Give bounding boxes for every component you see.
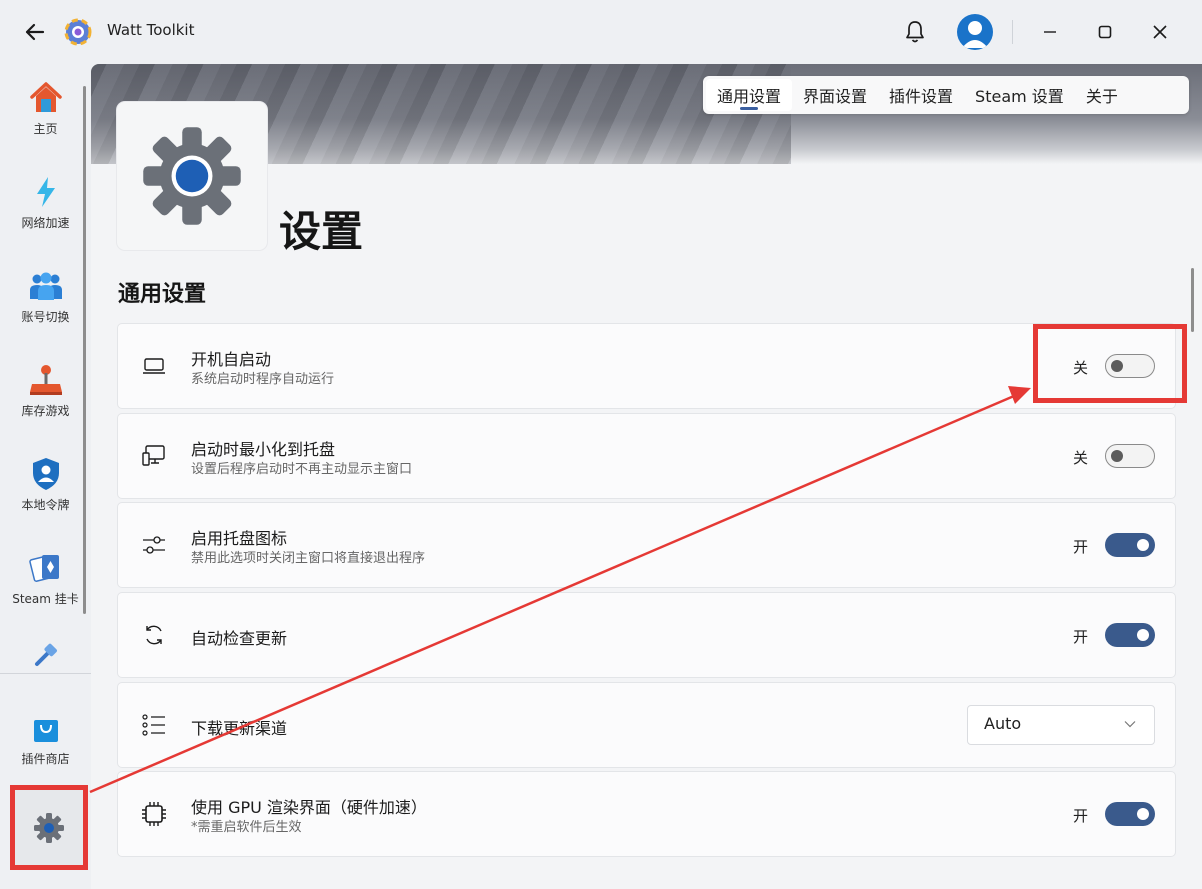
- tray-icon-toggle[interactable]: [1105, 533, 1155, 557]
- sidebar-item-plugin-store[interactable]: 插件商店: [0, 694, 91, 784]
- home-icon: [28, 80, 64, 116]
- cards-icon: [28, 550, 64, 586]
- setting-desc: 设置后程序启动时不再主动显示主窗口: [191, 462, 413, 477]
- sidebar-item-label: 网络加速: [21, 216, 70, 230]
- slider-icon: [140, 531, 168, 559]
- sidebar-item-label: 本地令牌: [21, 498, 70, 512]
- toggle-state-label: 开: [1073, 538, 1089, 556]
- select-value: Auto: [984, 714, 1022, 733]
- shopping-bag-icon: [28, 710, 64, 746]
- tool-icon: [33, 642, 59, 668]
- sidebar-item-network-accel[interactable]: 网络加速: [0, 158, 91, 248]
- setting-auto-update: 自动检查更新 开: [117, 592, 1176, 678]
- setting-gpu-render: 使用 GPU 渲染界面（硬件加速） *需重启软件后生效 开: [117, 771, 1176, 857]
- setting-desc: 禁用此选项时关闭主窗口将直接退出程序: [191, 551, 426, 566]
- tab-about[interactable]: 关于: [1075, 79, 1129, 111]
- setting-update-channel: 下载更新渠道 Auto: [117, 682, 1176, 768]
- large-gear-icon: [143, 127, 241, 225]
- chevron-down-icon: [1124, 721, 1136, 728]
- setting-autostart: 开机自启动 系统启动时程序自动运行 关: [117, 323, 1176, 409]
- app-logo-icon: [64, 18, 92, 46]
- sidebar-item-home[interactable]: 主页: [0, 64, 91, 154]
- laptop-icon: [140, 352, 168, 380]
- minimize-button[interactable]: [1035, 17, 1065, 47]
- sidebar-item-settings[interactable]: [10, 785, 88, 870]
- sidebar-item-steam-idle[interactable]: Steam 挂卡: [0, 534, 91, 624]
- toggle-state-label: 开: [1073, 807, 1089, 825]
- user-avatar[interactable]: [957, 14, 993, 50]
- settings-hero-icon: [117, 102, 267, 250]
- settings-gear-icon: [34, 812, 64, 843]
- sidebar-item-label: 账号切换: [21, 310, 70, 324]
- tab-plugins[interactable]: 插件设置: [878, 79, 964, 111]
- shield-user-icon: [28, 456, 64, 492]
- notification-button[interactable]: [900, 17, 930, 47]
- tab-general[interactable]: 通用设置: [706, 79, 793, 111]
- page-title: 设置: [279, 207, 364, 256]
- maximize-button[interactable]: [1090, 17, 1120, 47]
- setting-title: 自动检查更新: [191, 629, 288, 648]
- section-title: 通用设置: [118, 282, 207, 307]
- users-icon: [28, 268, 64, 304]
- bell-icon: [906, 21, 924, 43]
- setting-title: 启动时最小化到托盘: [191, 440, 336, 459]
- sidebar-item-account-switch[interactable]: 账号切换: [0, 252, 91, 342]
- list-icon: [140, 711, 168, 739]
- tab-interface[interactable]: 界面设置: [792, 79, 878, 111]
- setting-minimize-to-tray: 启动时最小化到托盘 设置后程序启动时不再主动显示主窗口 关: [117, 413, 1176, 499]
- main-scrollbar[interactable]: [1191, 268, 1194, 332]
- setting-title: 开机自启动: [191, 350, 272, 369]
- sidebar-item-tools[interactable]: [0, 628, 91, 672]
- setting-desc: 系统启动时程序自动运行: [191, 372, 335, 387]
- setting-desc: *需重启软件后生效: [191, 820, 302, 835]
- sidebar-divider: [0, 673, 91, 674]
- setting-title: 启用托盘图标: [191, 529, 288, 548]
- gpu-render-toggle[interactable]: [1105, 802, 1155, 826]
- sidebar: 主页 网络加速 账号切换 库存游戏 本地令牌 Steam 挂卡 插件商店: [0, 64, 91, 889]
- sidebar-scrollbar[interactable]: [83, 86, 86, 614]
- sidebar-item-library-games[interactable]: 库存游戏: [0, 346, 91, 436]
- setting-tray-icon: 启用托盘图标 禁用此选项时关闭主窗口将直接退出程序 开: [117, 502, 1176, 588]
- app-title: Watt Toolkit: [107, 21, 195, 39]
- annotation-highlight-box: [1033, 324, 1187, 403]
- sidebar-item-label: 库存游戏: [21, 404, 70, 418]
- user-icon: [962, 21, 988, 48]
- minimize-icon: [1044, 31, 1056, 33]
- sidebar-item-label: 主页: [33, 122, 58, 136]
- main-content: 通用设置 界面设置 插件设置 Steam 设置 关于 设置 通用设置 开机自启动…: [91, 64, 1202, 889]
- back-button[interactable]: [20, 18, 50, 46]
- chip-icon: [140, 800, 168, 828]
- setting-title: 使用 GPU 渲染界面（硬件加速）: [191, 798, 427, 817]
- setting-title: 下载更新渠道: [191, 719, 288, 738]
- title-bar: Watt Toolkit: [0, 0, 1202, 64]
- refresh-icon: [140, 621, 168, 649]
- settings-tabs: 通用设置 界面设置 插件设置 Steam 设置 关于: [703, 76, 1189, 114]
- toggle-state-label: 开: [1073, 628, 1089, 646]
- tab-steam[interactable]: Steam 设置: [964, 79, 1075, 111]
- joystick-icon: [28, 362, 64, 398]
- title-separator: [1012, 20, 1013, 44]
- toggle-state-label: 关: [1073, 449, 1089, 467]
- sidebar-item-local-token[interactable]: 本地令牌: [0, 440, 91, 530]
- sidebar-item-label: Steam 挂卡: [12, 592, 79, 606]
- close-button[interactable]: [1145, 17, 1175, 47]
- auto-update-toggle[interactable]: [1105, 623, 1155, 647]
- update-channel-select[interactable]: Auto: [967, 705, 1155, 745]
- sidebar-item-label: 插件商店: [21, 752, 70, 766]
- close-icon: [1153, 25, 1167, 39]
- maximize-icon: [1098, 25, 1112, 39]
- minimize-to-tray-toggle[interactable]: [1105, 444, 1155, 468]
- lightning-icon: [28, 174, 64, 210]
- devices-icon: [140, 442, 168, 470]
- back-arrow-icon: [25, 23, 45, 41]
